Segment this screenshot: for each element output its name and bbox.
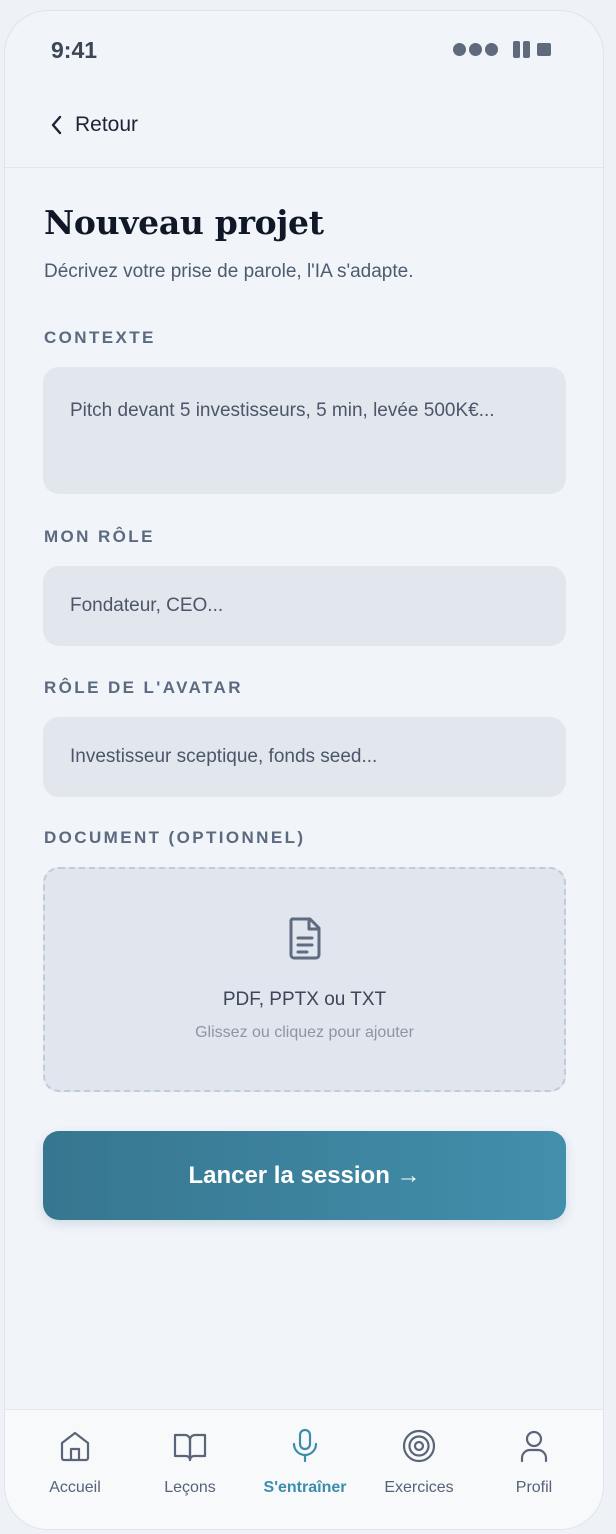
document-label: DOCUMENT (OPTIONNEL) (44, 828, 306, 847)
tab-accueil[interactable]: Accueil (15, 1410, 135, 1529)
start-session-button[interactable]: Lancer la session → (43, 1131, 566, 1220)
tab-label: Accueil (49, 1479, 101, 1496)
phone-frame: 9:41 Retour Nouveau projet Décrivez votr… (4, 10, 604, 1530)
user-icon (520, 1430, 548, 1463)
status-icons (453, 41, 551, 58)
signal-dot-icon (485, 43, 498, 56)
page-title: Nouveau projet (44, 203, 324, 242)
chevron-left-icon (51, 115, 62, 135)
tab-label: S'entraîner (263, 1479, 347, 1496)
page-subtitle: Décrivez votre prise de parole, l'IA s'a… (44, 261, 414, 282)
tab-sentrainer[interactable]: S'entraîner (245, 1410, 365, 1529)
signal-dot-icon (453, 43, 466, 56)
nav-header: Retour (5, 91, 603, 168)
book-icon (173, 1433, 207, 1462)
my-role-label: MON RÔLE (44, 527, 155, 546)
tab-label: Exercices (384, 1479, 454, 1496)
context-input[interactable]: Pitch devant 5 investisseurs, 5 min, lev… (43, 367, 566, 494)
dropzone-hint: Glissez ou cliquez pour ajouter (195, 1024, 414, 1041)
wifi-bar-icon (523, 41, 530, 58)
tab-lecons[interactable]: Leçons (130, 1410, 250, 1529)
tab-exercices[interactable]: Exercices (359, 1410, 479, 1529)
status-time: 9:41 (51, 37, 98, 63)
tab-label: Profil (515, 1479, 553, 1496)
back-label: Retour (75, 113, 139, 136)
my-role-input[interactable]: Fondateur, CEO... (43, 566, 566, 646)
tab-profil[interactable]: Profil (474, 1410, 594, 1529)
document-dropzone[interactable]: PDF, PPTX ou TXT Glissez ou cliquez pour… (43, 867, 566, 1092)
battery-icon (537, 43, 551, 56)
target-icon (402, 1429, 436, 1463)
back-button[interactable]: Retour (49, 105, 138, 145)
signal-dot-icon (469, 43, 482, 56)
tab-label: Leçons (164, 1479, 216, 1496)
status-bar: 9:41 (5, 11, 603, 91)
home-icon (60, 1431, 90, 1462)
avatar-role-input[interactable]: Investisseur sceptique, fonds seed... (43, 717, 566, 797)
dropzone-formats: PDF, PPTX ou TXT (222, 989, 387, 1010)
wifi-bar-icon (513, 41, 520, 58)
avatar-role-label: RÔLE DE L'AVATAR (44, 678, 243, 697)
context-label: CONTEXTE (44, 328, 156, 347)
document-icon (289, 917, 321, 960)
tab-bar: Accueil Leçons S'entraîner Exercices Pro… (5, 1409, 603, 1529)
microphone-icon (292, 1428, 318, 1463)
